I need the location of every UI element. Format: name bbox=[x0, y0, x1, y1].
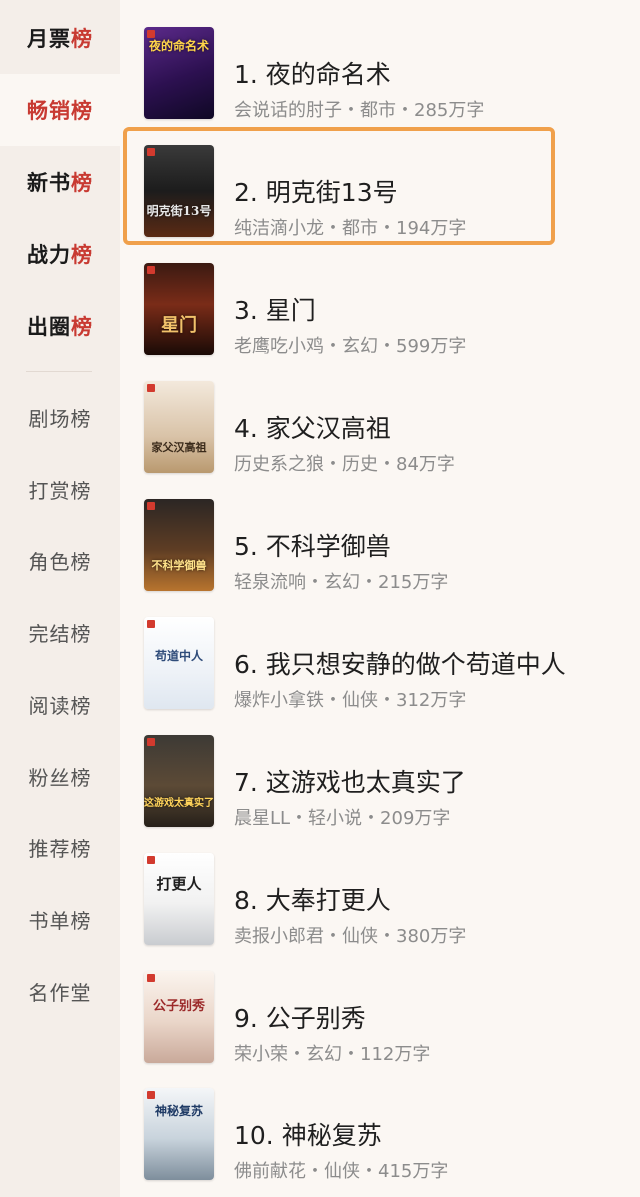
book-row[interactable]: 夜的命名术 1. 夜的命名术 会说话的肘子・都市・285万字 bbox=[120, 18, 640, 136]
sidebar-item-label: 出圈 bbox=[27, 315, 71, 339]
cover-title: 打更人 bbox=[156, 875, 202, 893]
book-cover[interactable]: 神秘复苏 bbox=[144, 1088, 214, 1180]
book-meta: 老鹰吃小鸡・玄幻・599万字 bbox=[234, 336, 467, 357]
book-title[interactable]: 8. 大奉打更人 bbox=[234, 881, 391, 917]
sidebar-item-characters[interactable]: 角色榜 bbox=[0, 524, 120, 596]
book-cover[interactable]: 不科学御兽 bbox=[144, 499, 214, 591]
publisher-badge bbox=[147, 384, 155, 392]
publisher-badge bbox=[147, 502, 155, 510]
publisher-badge bbox=[147, 1091, 155, 1099]
book-cover[interactable]: 公子别秀 bbox=[144, 971, 214, 1063]
sidebar-item-label-suffix: 榜 bbox=[71, 243, 93, 267]
book-cover[interactable]: 这游戏太真实了 bbox=[144, 735, 214, 827]
book-meta: 佛前献花・仙侠・415万字 bbox=[234, 1161, 449, 1182]
book-row[interactable]: 家父汉高祖 4. 家父汉高祖 历史系之狼・历史・84万字 bbox=[120, 372, 640, 490]
cover-title: 神秘复苏 bbox=[154, 1104, 203, 1118]
publisher-badge bbox=[147, 856, 155, 864]
cover-title: 星门 bbox=[161, 315, 197, 336]
book-title[interactable]: 5. 不科学御兽 bbox=[234, 527, 391, 563]
book-row[interactable]: 不科学御兽 5. 不科学御兽 轻泉流响・玄幻・215万字 bbox=[120, 490, 640, 608]
sidebar-item-label: 战力 bbox=[27, 243, 71, 267]
sidebar-item-power[interactable]: 战力榜 bbox=[0, 218, 120, 290]
book-row[interactable]: 打更人 8. 大奉打更人 卖报小郎君・仙侠・380万字 bbox=[120, 844, 640, 962]
book-cover[interactable]: 打更人 bbox=[144, 853, 214, 945]
book-cover[interactable]: 星门 bbox=[144, 263, 214, 355]
sidebar-item-label: 月票 bbox=[27, 27, 71, 51]
sidebar-item-label-suffix: 榜 bbox=[71, 27, 93, 51]
cover-title: 苟道中人 bbox=[154, 649, 203, 663]
book-row[interactable]: 神秘复苏 10. 神秘复苏 佛前献花・仙侠・415万字 bbox=[120, 1079, 640, 1197]
cover-title: 家父汉高祖 bbox=[151, 441, 207, 454]
sidebar-item-completed[interactable]: 完结榜 bbox=[0, 596, 120, 668]
book-title[interactable]: 9. 公子别秀 bbox=[234, 999, 366, 1035]
publisher-badge bbox=[147, 620, 155, 628]
sidebar-item-label-suffix: 榜 bbox=[71, 315, 93, 339]
book-meta: 卖报小郎君・仙侠・380万字 bbox=[234, 926, 467, 947]
book-meta: 历史系之狼・历史・84万字 bbox=[234, 454, 455, 475]
sidebar-item-label: 新书 bbox=[27, 171, 71, 195]
book-meta: 荣小荣・玄幻・112万字 bbox=[234, 1044, 431, 1065]
book-row[interactable]: 星门 3. 星门 老鹰吃小鸡・玄幻・599万字 bbox=[120, 254, 640, 372]
book-title[interactable]: 10. 神秘复苏 bbox=[234, 1116, 382, 1152]
sidebar-item-new-books[interactable]: 新书榜 bbox=[0, 146, 120, 218]
book-title[interactable]: 6. 我只想安静的做个苟道中人 bbox=[234, 645, 566, 681]
sidebar-item-label-suffix: 榜 bbox=[71, 171, 93, 195]
book-meta: 会说话的肘子・都市・285万字 bbox=[234, 100, 485, 121]
book-title[interactable]: 1. 夜的命名术 bbox=[234, 55, 391, 91]
sidebar-item-booklists[interactable]: 书单榜 bbox=[0, 883, 120, 955]
book-cover[interactable]: 家父汉高祖 bbox=[144, 381, 214, 473]
publisher-badge bbox=[147, 974, 155, 982]
sidebar-item-monthly-ticket[interactable]: 月票榜 bbox=[0, 2, 120, 74]
book-cover[interactable]: 夜的命名术 bbox=[144, 27, 214, 119]
cover-title: 公子别秀 bbox=[152, 999, 205, 1014]
cover-title: 不科学御兽 bbox=[151, 559, 207, 572]
sidebar-item-label: 畅销 bbox=[27, 99, 71, 123]
book-row[interactable]: 苟道中人 6. 我只想安静的做个苟道中人 爆炸小拿铁・仙侠・312万字 bbox=[120, 608, 640, 726]
sidebar-item-label-suffix: 榜 bbox=[71, 99, 93, 123]
sidebar-divider bbox=[26, 371, 92, 372]
sidebar-item-bestseller[interactable]: 畅销榜 bbox=[0, 74, 120, 146]
book-title[interactable]: 4. 家父汉高祖 bbox=[234, 409, 391, 445]
book-title[interactable]: 3. 星门 bbox=[234, 291, 316, 327]
sidebar-item-tipping[interactable]: 打赏榜 bbox=[0, 453, 120, 525]
book-meta: 爆炸小拿铁・仙侠・312万字 bbox=[234, 690, 467, 711]
cover-title: 这游戏太真实了 bbox=[144, 798, 214, 809]
sidebar-item-reading[interactable]: 阅读榜 bbox=[0, 668, 120, 740]
sidebar-item-theater[interactable]: 剧场榜 bbox=[0, 381, 120, 453]
book-row[interactable]: 公子别秀 9. 公子别秀 荣小荣・玄幻・112万字 bbox=[120, 962, 640, 1080]
publisher-badge bbox=[147, 266, 155, 274]
book-meta: 晨星LL・轻小说・209万字 bbox=[234, 808, 451, 829]
publisher-badge bbox=[147, 738, 155, 746]
ranking-sidebar: 月票榜 畅销榜 新书榜 战力榜 出圈榜 剧场榜 打赏榜 角色榜 完结榜 阅读榜 … bbox=[0, 0, 120, 1197]
book-row[interactable]: 这游戏太真实了 7. 这游戏也太真实了 晨星LL・轻小说・209万字 bbox=[120, 726, 640, 844]
sidebar-item-fans[interactable]: 粉丝榜 bbox=[0, 740, 120, 812]
sidebar-item-masterpieces[interactable]: 名作堂 bbox=[0, 955, 120, 1027]
sidebar-item-breakout[interactable]: 出圈榜 bbox=[0, 290, 120, 362]
sidebar-item-recommended[interactable]: 推荐榜 bbox=[0, 811, 120, 883]
book-meta: 轻泉流响・玄幻・215万字 bbox=[234, 572, 449, 593]
book-title[interactable]: 7. 这游戏也太真实了 bbox=[234, 763, 466, 799]
cover-title: 夜的命名术 bbox=[148, 39, 209, 53]
highlight-annotation-box bbox=[123, 127, 555, 245]
book-cover[interactable]: 苟道中人 bbox=[144, 617, 214, 709]
